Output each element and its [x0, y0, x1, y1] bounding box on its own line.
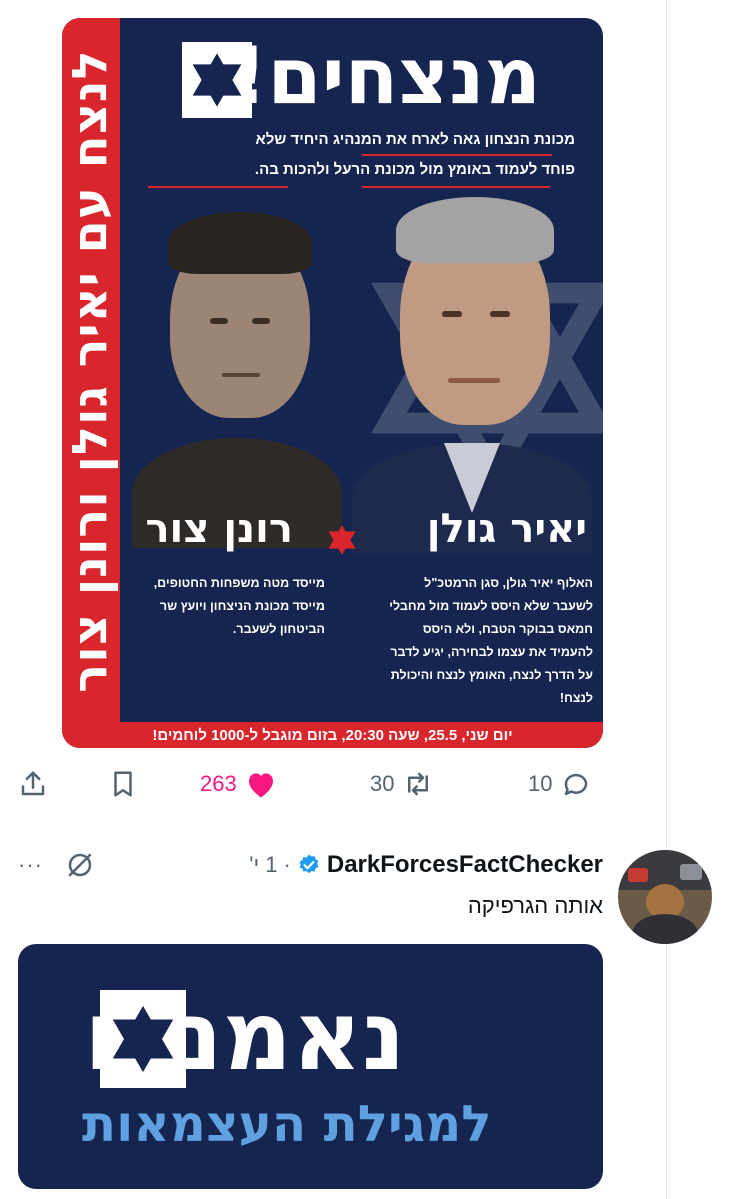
poster-subline-1: מכונת הנצחון גאה לארח את המנהיג היחיד של… — [255, 131, 575, 148]
bio-right-line: להעמיד את עצמו לבחירה, יגיע לדבר — [390, 645, 593, 659]
timeline-divider — [666, 0, 667, 1199]
poster-red-rule-1 — [362, 154, 552, 156]
reply-time[interactable]: 1 י' — [249, 852, 277, 878]
poster-headline-text: מנצחים! — [231, 32, 541, 122]
reply-header-icons: ··· — [18, 848, 95, 882]
grok-icon[interactable] — [65, 850, 95, 880]
comment-icon — [565, 773, 588, 796]
bio-left-line: הביטחון לשעבר. — [232, 622, 325, 636]
red-star-icon — [328, 525, 356, 555]
like-count: 263 — [200, 771, 237, 796]
reply-separator: · — [283, 852, 291, 877]
reply-count: 10 — [528, 771, 553, 796]
poster-side-banner-text: לנצח עם יאיר גולן ורונן צור — [63, 48, 120, 693]
portrait-right — [352, 193, 592, 553]
reply-avatar[interactable] — [618, 850, 712, 944]
poster-name-right: יאיר גולן — [426, 506, 587, 552]
like-button[interactable]: 263 — [200, 766, 277, 802]
reply-header: 1 י' · DarkForcesFactChecker — [249, 848, 603, 882]
card2-subline: למגילת העצמאות — [82, 1095, 492, 1153]
poster-headline: מנצחים! — [232, 34, 541, 120]
verified-badge-icon — [299, 854, 319, 874]
tweet-image-poster[interactable]: לנצח עם יאיר גולן ורונן צור מנצחים! מכונ… — [62, 18, 603, 748]
bookmark-icon — [114, 771, 132, 797]
poster-bottom-strip: יום שני, 25.5, שעה 20:30, בזום מוגבל ל-1… — [62, 722, 603, 748]
poster-star-box — [182, 42, 252, 118]
reply-text: אותה הגרפיקה — [467, 893, 603, 918]
poster-side-banner: לנצח עם יאיר גולן ורונן צור — [62, 18, 120, 723]
reply-image-card[interactable]: נאמנים למגילת העצמאות — [18, 944, 603, 1189]
poster-subline-2: פוחד לעמוד באומץ מול מכונת הרעל ולהכות ב… — [254, 161, 575, 178]
reply-button[interactable]: 10 — [528, 766, 592, 802]
bookmark-button[interactable] — [108, 766, 138, 802]
bio-right-line: על הדרך לנצח, האומץ לנצח והיכולת — [390, 668, 593, 682]
poster-name-left: רונן צור — [145, 506, 293, 552]
bio-right-line: חמאס בבוקר הטבח, ולא היסס — [422, 622, 593, 636]
poster-red-rule-3 — [362, 186, 550, 188]
share-button[interactable] — [18, 766, 48, 802]
tweet-action-bar: 263 30 10 — [0, 766, 640, 802]
poster-bio-right: האלוף יאיר גולן, סגן הרמטכ"ל לשעבר שלא ה… — [389, 572, 593, 710]
retweet-count: 30 — [370, 771, 395, 796]
card2-star-box — [100, 990, 186, 1088]
retweet-button[interactable]: 30 — [370, 766, 434, 802]
bio-right-line: לשעבר שלא היסס לעמוד מול מחבלי — [389, 599, 593, 613]
heart-filled-icon — [248, 773, 273, 798]
retweet-icon — [408, 772, 429, 796]
bio-right-line: האלוף יאיר גולן, סגן הרמטכ"ל — [424, 576, 593, 590]
poster-bio-left: מייסד מטה משפחות החטופים, מייסד מכונת הנ… — [154, 572, 325, 641]
star-of-david-icon — [112, 1005, 174, 1073]
bio-left-line: מייסד מטה משפחות החטופים, — [153, 576, 325, 590]
share-icon — [21, 771, 45, 796]
poster-red-rule-2 — [148, 186, 288, 188]
bio-right-line: לנצח! — [559, 691, 593, 705]
reply-user-name[interactable]: DarkForcesFactChecker — [327, 851, 603, 879]
more-options-button[interactable]: ··· — [18, 852, 43, 878]
bio-left-line: מייסד מכונת הניצחון ויועץ שר — [159, 599, 325, 613]
portrait-left — [132, 208, 342, 548]
star-of-david-icon — [192, 53, 242, 107]
